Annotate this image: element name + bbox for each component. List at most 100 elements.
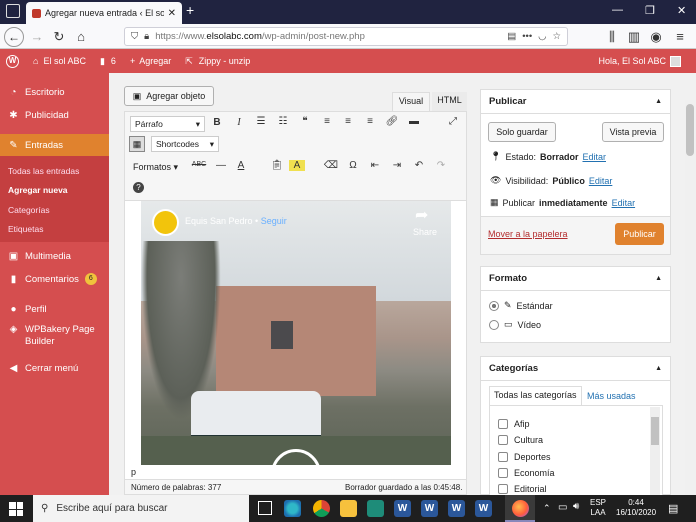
- category-item-editorial[interactable]: Editorial: [498, 484, 547, 494]
- add-media-button[interactable]: ▣ Agregar objeto: [124, 86, 214, 106]
- plugin-link[interactable]: Zippy - unzip: [199, 56, 251, 66]
- sidebar-item-comentarios[interactable]: ▮ Comentarios 6: [0, 268, 109, 290]
- windows-start-icon[interactable]: [9, 502, 23, 516]
- bookmark-star-icon[interactable]: ☆: [552, 31, 561, 42]
- numbered-list-icon[interactable]: ☷: [275, 116, 291, 127]
- undo-icon[interactable]: ↶: [411, 160, 427, 171]
- share-icon[interactable]: ➦: [415, 205, 428, 225]
- file-explorer-icon[interactable]: [340, 500, 357, 517]
- wordpress-logo-icon[interactable]: W: [6, 54, 19, 68]
- restore-icon[interactable]: ❐: [645, 4, 655, 17]
- category-item-economia[interactable]: Economía: [498, 468, 555, 478]
- greeting-link[interactable]: Hola, El Sol ABC: [598, 56, 666, 66]
- strikethrough-icon[interactable]: ABC: [191, 161, 207, 168]
- tab-all-categories[interactable]: Todas las categorías: [489, 386, 582, 405]
- category-item-afip[interactable]: Afip: [498, 419, 530, 429]
- submenu-add-new[interactable]: Agregar nueva: [8, 185, 68, 195]
- link-icon[interactable]: 🔗︎: [384, 116, 400, 127]
- align-left-icon[interactable]: ≡: [319, 116, 335, 127]
- clock[interactable]: 0:44 16/10/2020: [616, 498, 656, 518]
- checkbox[interactable]: [498, 452, 508, 462]
- categories-panel-header[interactable]: Categorías ▲: [481, 357, 670, 381]
- save-draft-button[interactable]: Solo guardar: [488, 122, 556, 142]
- video-share-label[interactable]: Share: [413, 227, 437, 237]
- help-icon[interactable]: ?: [133, 182, 144, 193]
- fullscreen-icon[interactable]: ⤢: [445, 116, 461, 127]
- category-item-deportes[interactable]: Deportes: [498, 452, 551, 462]
- close-tab-icon[interactable]: ✕: [168, 8, 176, 19]
- category-item-cultura[interactable]: Cultura: [498, 435, 543, 445]
- channel-avatar[interactable]: [152, 209, 179, 236]
- tab-most-used[interactable]: Más usadas: [587, 391, 636, 401]
- word-icon[interactable]: W: [394, 500, 411, 517]
- sidebar-item-perfil[interactable]: ● Perfil: [0, 298, 109, 320]
- radio-selected[interactable]: [489, 300, 499, 311]
- taskbar-search[interactable]: ⚲ Escribe aquí para buscar: [33, 495, 249, 522]
- home-icon[interactable]: ⌂: [33, 56, 38, 66]
- comment-icon[interactable]: ▮: [100, 56, 105, 67]
- volume-icon[interactable]: 🔊︎: [573, 501, 579, 512]
- bullet-list-icon[interactable]: ☰: [253, 116, 269, 127]
- word-icon-4[interactable]: W: [475, 500, 492, 517]
- checkbox[interactable]: [498, 435, 508, 445]
- home-icon[interactable]: ⌂: [73, 29, 89, 45]
- submenu-all-posts[interactable]: Todas las entradas: [8, 166, 79, 176]
- sidebar-item-publicidad[interactable]: ✱ Publicidad: [0, 104, 109, 126]
- site-name-link[interactable]: El sol ABC: [43, 56, 86, 66]
- align-right-icon[interactable]: ≡: [362, 116, 378, 127]
- preview-button[interactable]: Vista previa: [602, 122, 664, 142]
- submenu-categories[interactable]: Categorías: [8, 205, 50, 215]
- checkbox[interactable]: [498, 419, 508, 429]
- edit-visibility-link[interactable]: Editar: [589, 176, 613, 186]
- more-actions-icon[interactable]: •••: [522, 31, 532, 42]
- toolbar-toggle-icon[interactable]: ▦: [129, 136, 145, 152]
- collapse-arrow-icon[interactable]: ▲: [655, 275, 662, 282]
- shield-icon[interactable]: ⛉: [131, 31, 138, 42]
- new-tab-icon[interactable]: +: [186, 2, 194, 18]
- submenu-tags[interactable]: Etiquetas: [8, 224, 43, 234]
- reader-view-icon[interactable]: ▤: [507, 31, 516, 42]
- sidebar-collapse[interactable]: ◀ Cerrar menú: [0, 357, 109, 379]
- background-color-icon[interactable]: A: [289, 160, 305, 171]
- sidebar-item-entradas[interactable]: ✎ Entradas: [0, 134, 109, 156]
- checkbox[interactable]: [498, 468, 508, 478]
- sidebar-item-multimedia[interactable]: ▣ Multimedia: [0, 245, 109, 267]
- forward-icon[interactable]: →: [29, 29, 45, 45]
- radio-unselected[interactable]: [489, 319, 499, 330]
- xampp-icon[interactable]: [367, 500, 384, 517]
- bold-icon[interactable]: B: [209, 117, 225, 128]
- text-color-icon[interactable]: A: [233, 160, 249, 171]
- reload-icon[interactable]: ↻: [51, 29, 67, 45]
- plus-icon[interactable]: +: [130, 56, 135, 66]
- word-icon-2[interactable]: W: [421, 500, 438, 517]
- notifications-icon[interactable]: ▤: [668, 502, 678, 515]
- page-scrollbar[interactable]: [685, 100, 696, 495]
- horizontal-line-icon[interactable]: —: [213, 160, 229, 171]
- checkbox[interactable]: [498, 484, 508, 494]
- address-bar[interactable]: ⛉ 🔒︎ https://www.elsolabc.com/wp-admin/p…: [124, 27, 568, 46]
- word-icon-3[interactable]: W: [448, 500, 465, 517]
- pocket-icon[interactable]: ◡: [538, 31, 546, 42]
- page-scrollbar-thumb[interactable]: [686, 104, 694, 156]
- menu-icon[interactable]: ≡: [672, 29, 688, 45]
- special-character-icon[interactable]: Ω: [345, 160, 361, 171]
- close-window-icon[interactable]: ✕: [677, 4, 686, 17]
- external-link-icon[interactable]: ⇱: [185, 56, 193, 67]
- collapse-arrow-icon[interactable]: ▲: [655, 365, 662, 372]
- back-icon[interactable]: ←: [4, 27, 24, 47]
- sidebar-toggle-icon[interactable]: ▥: [626, 29, 642, 45]
- clear-formatting-icon[interactable]: ⌫: [323, 160, 339, 171]
- edge-icon[interactable]: [284, 500, 301, 517]
- embedded-video[interactable]: Equis San Pedro • Seguir ➦ Share: [141, 201, 451, 465]
- format-option-video[interactable]: ▭ Vídeo: [489, 319, 541, 330]
- network-icon[interactable]: ▭: [558, 502, 567, 513]
- align-center-icon[interactable]: ≡: [340, 116, 356, 127]
- collapse-arrow-icon[interactable]: ▲: [655, 98, 662, 105]
- edit-status-link[interactable]: Editar: [582, 152, 606, 162]
- comment-count[interactable]: 6: [111, 56, 116, 66]
- blockquote-icon[interactable]: ❝: [297, 116, 313, 127]
- url-text[interactable]: https://www.elsolabc.com/wp-admin/post-n…: [155, 31, 501, 42]
- publish-panel-header[interactable]: Publicar ▲: [481, 90, 670, 114]
- library-icon[interactable]: ⫼: [604, 29, 620, 45]
- move-to-trash-link[interactable]: Mover a la papelera: [488, 229, 568, 239]
